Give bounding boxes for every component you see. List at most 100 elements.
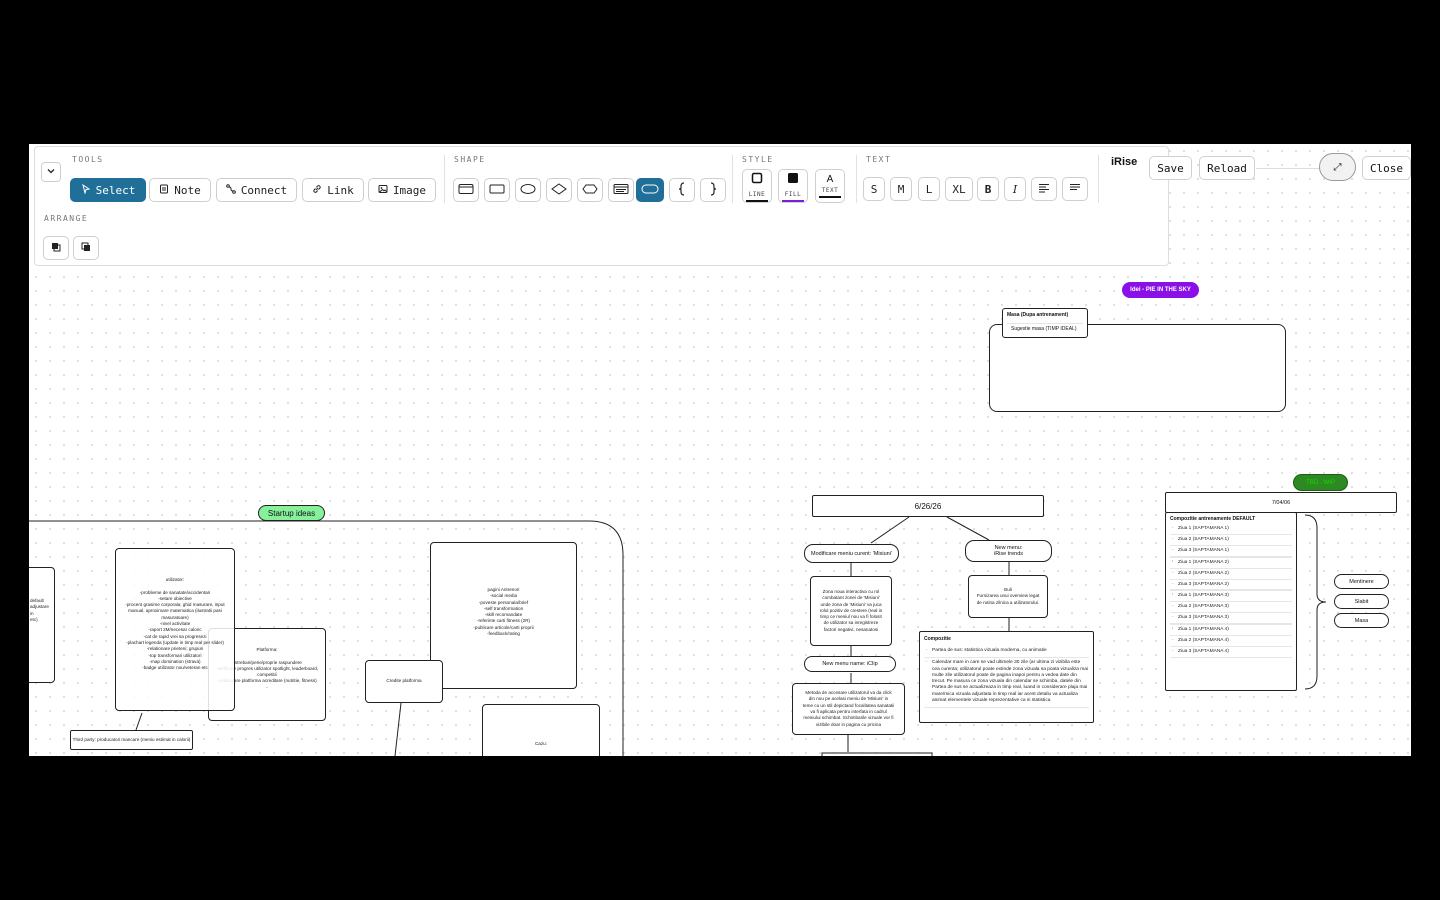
connect-tool-label: Connect <box>240 183 288 197</box>
shape-hexagon-button[interactable] <box>577 178 603 202</box>
box-utilizator[interactable]: utilizator: -problieme de sanatate/accid… <box>115 548 235 711</box>
align-justify-icon <box>1069 183 1081 196</box>
text-color-label: TEXT <box>821 187 839 194</box>
collapse-toolbar-button[interactable] <box>41 162 61 182</box>
toolbar-divider <box>444 155 445 203</box>
box-buli[interactable]: Buli Furnizarea unui overview legat de r… <box>968 575 1048 618</box>
shape-card-button[interactable] <box>453 178 479 202</box>
select-tool-button[interactable]: Select <box>70 178 146 202</box>
note-tool-label: Note <box>174 183 201 197</box>
box-credite-platforma[interactable]: Credite platforma <box>365 660 443 703</box>
line-color-label: LINE <box>748 190 766 198</box>
connect-icon <box>226 183 236 197</box>
side-node[interactable]: Slabit <box>1334 594 1389 609</box>
list-title: Compozitie antrenamente DEFAULT <box>1170 516 1256 522</box>
shape-pill-button[interactable] <box>636 178 664 202</box>
link-tool-button[interactable]: Link <box>302 178 364 202</box>
list-item: Ziua 2 (SAPTAMANA 4) <box>1170 636 1292 647</box>
node-iclip[interactable]: New menu name: iClip <box>804 656 896 672</box>
whiteboard-window: Idei - PIE IN THE SKY Masa (Dupa antrena… <box>29 144 1411 756</box>
list-item: Ziua 3 (SAPTAMANA 1) <box>1170 546 1292 557</box>
side-node[interactable]: Masa <box>1334 613 1389 628</box>
toolbar-divider <box>856 155 857 203</box>
list-item: Ziua 2 (SAPTAMANA 1) <box>1170 535 1292 546</box>
align-options-button[interactable] <box>1062 177 1088 201</box>
tbd-wip-tag[interactable]: TBD - WIP <box>1293 474 1348 491</box>
bring-to-front-button[interactable] <box>43 236 69 260</box>
text-card-shape-icon <box>613 183 629 198</box>
shape-brace-right-button[interactable] <box>700 178 726 202</box>
list-rows: Ziua 1 (SAPTAMANA 1)Ziua 2 (SAPTAMANA 1)… <box>1170 524 1292 658</box>
fill-color-button[interactable]: FILL <box>778 169 808 203</box>
list-item: Ziua 1 (SAPTAMANA 4) <box>1170 625 1292 637</box>
align-left-icon <box>1038 183 1050 196</box>
date-box[interactable]: 6/26/26 <box>812 495 1044 517</box>
compozitie-item: Partea de sus: statistica vizuala modern… <box>924 646 1089 659</box>
ellipse-shape-icon <box>520 183 536 198</box>
shape-rectangle-button[interactable] <box>484 178 510 202</box>
diamond-shape-icon <box>551 182 567 198</box>
arrange-section-label: ARRANGE <box>44 214 89 223</box>
bold-button[interactable]: B <box>977 177 999 201</box>
box-left-cropped[interactable]: default adjustare in etc) <box>29 567 55 683</box>
shape-text-card-button[interactable] <box>608 178 634 202</box>
link-tool-label: Link <box>327 183 354 197</box>
node-new-menu-trends[interactable]: New menu: iRise trends <box>965 540 1052 562</box>
compozitie-item: Calendar mare in care se vad ultimele 30… <box>924 658 1089 709</box>
close-button[interactable]: Close <box>1362 156 1411 180</box>
toolbar-divider <box>1098 155 1099 203</box>
text-size-s-button[interactable]: S <box>863 177 885 201</box>
masa-card[interactable]: Masa (Dupa antrenament) Sugestie masa (T… <box>1002 308 1088 338</box>
right-header-box[interactable]: 7/04/06 <box>1165 492 1397 513</box>
box-zona-noua[interactable]: Zona noua interactiva cu rol combatant z… <box>810 576 892 646</box>
align-left-button[interactable] <box>1031 177 1057 201</box>
chevron-down-icon <box>46 166 56 179</box>
list-item: Ziua 1 (SAPTAMANA 2) <box>1170 558 1292 569</box>
text-size-xl-button[interactable]: XL <box>945 177 973 201</box>
image-tool-button[interactable]: Image <box>368 178 436 202</box>
default-workouts-list[interactable]: Compozitie antrenamente DEFAULT Ziua 1 (… <box>1165 512 1297 691</box>
text-size-l-button[interactable]: L <box>918 177 940 201</box>
compozitie-box[interactable]: Compozitie Partea de sus: statistica viz… <box>919 631 1094 723</box>
toolbar-divider <box>732 155 733 203</box>
side-node[interactable]: Mentinere <box>1334 574 1389 589</box>
shape-brace-left-button[interactable] <box>669 178 695 202</box>
line-color-icon <box>751 171 763 189</box>
box-pagini-antrenori[interactable]: pagini Antrenori -social media -poveste … <box>430 542 577 689</box>
rectangle-shape-icon <box>489 183 505 198</box>
line-color-button[interactable]: LINE <box>742 169 772 203</box>
text-color-swatch <box>819 196 841 198</box>
brace-right-icon <box>707 181 719 199</box>
reload-button[interactable]: Reload <box>1199 156 1255 180</box>
image-icon <box>378 184 388 197</box>
list-item: Ziua 3 (SAPTAMANA 4) <box>1170 647 1292 658</box>
list-item: Ziua 3 (SAPTAMANA 2) <box>1170 580 1292 591</box>
send-to-back-button[interactable] <box>73 236 99 260</box>
save-button[interactable]: Save <box>1149 156 1192 180</box>
italic-button[interactable]: I <box>1004 177 1026 201</box>
startup-ideas-tag[interactable]: Startup ideas <box>258 505 325 521</box>
box-metoda-accesare[interactable]: Metoda de accesare utilizatorul va da cl… <box>792 683 905 735</box>
expand-icon[interactable]: ⤢ <box>1319 153 1356 181</box>
box-cazu[interactable]: Cazu: <box>482 704 600 756</box>
pie-in-the-sky-tag[interactable]: Idei - PIE IN THE SKY <box>1122 282 1199 298</box>
cursor-icon <box>81 183 91 197</box>
style-section-label: STYLE <box>742 155 774 164</box>
note-tool-button[interactable]: Note <box>149 178 211 202</box>
connect-tool-button[interactable]: Connect <box>216 178 297 202</box>
pill-shape-icon <box>641 183 659 198</box>
text-size-m-button[interactable]: M <box>890 177 912 201</box>
fill-color-swatch <box>782 199 804 202</box>
compozitie-title: Compozitie <box>924 636 951 642</box>
masa-title: Masa (Dupa antrenament) <box>1007 312 1069 318</box>
node-modificare-meniu[interactable]: Modificare meniu curent: 'Misiuni' <box>804 544 899 563</box>
shape-ellipse-button[interactable] <box>515 178 541 202</box>
hexagon-shape-icon <box>582 183 598 198</box>
box-third-party[interactable]: Third party: producatori mancare (meniu … <box>70 730 193 750</box>
text-color-button[interactable]: A TEXT <box>815 169 845 203</box>
list-item: Ziua 1 (SAPTAMANA 1) <box>1170 524 1292 535</box>
select-tool-label: Select <box>95 183 136 197</box>
shape-diamond-button[interactable] <box>546 178 572 202</box>
text-section-label: TEXT <box>866 155 892 164</box>
bring-front-icon <box>50 241 62 256</box>
